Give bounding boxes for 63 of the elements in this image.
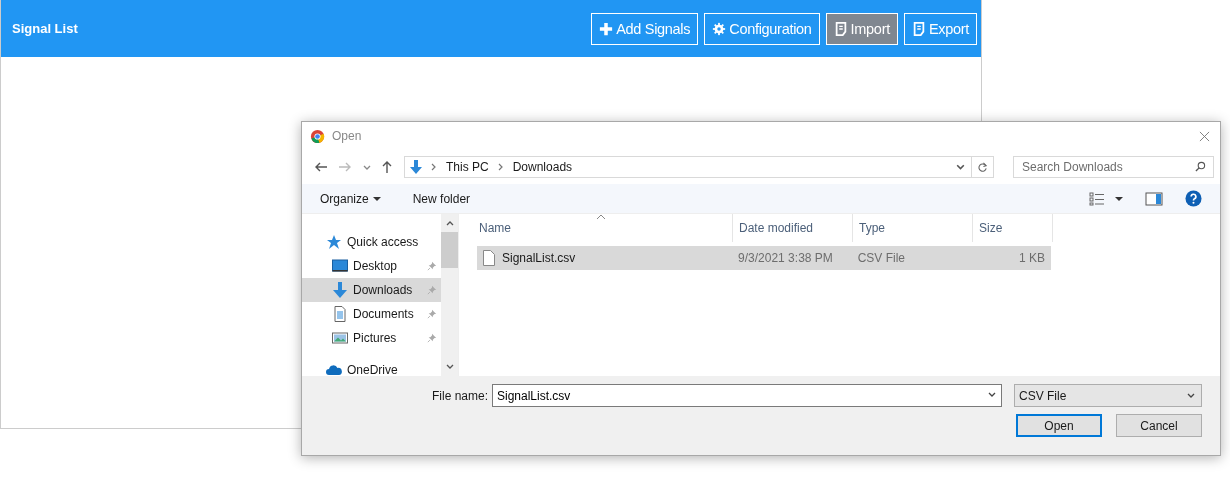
document-icon [833, 21, 848, 36]
download-arrow-icon [332, 282, 348, 298]
download-arrow-icon [408, 159, 424, 175]
file-type-dropdown[interactable]: CSV File [1014, 384, 1202, 407]
navigation-item[interactable]: Desktop [302, 254, 441, 278]
scrollbar[interactable] [441, 214, 458, 376]
monitor-icon [332, 258, 348, 274]
navigation-item[interactable]: Pictures [302, 326, 441, 350]
caret-icon [372, 194, 381, 203]
search-field[interactable]: Search Downloads [1013, 156, 1214, 178]
organize-menu[interactable]: Organize [310, 191, 391, 206]
plus-icon [599, 21, 614, 36]
table-cell: SignalList.csv [477, 250, 733, 266]
dialog-title: Open [332, 129, 362, 143]
navigation-item[interactable]: OneDrive [302, 358, 441, 382]
app-title: Signal List [12, 21, 78, 36]
table-cell-text: 9/3/2021 3:38 PM [737, 251, 834, 265]
refresh-icon[interactable] [977, 161, 988, 173]
table-cell-text: CSV File [856, 251, 906, 265]
navigation-item[interactable]: Documents [302, 302, 441, 326]
breadcrumb-item[interactable]: Downloads [512, 160, 573, 174]
help-icon[interactable] [1185, 190, 1202, 207]
chevron-right-icon [496, 163, 505, 171]
new-folder-button[interactable]: New folder [402, 191, 481, 206]
file-icon [483, 250, 495, 266]
sort-caret-icon [596, 214, 606, 220]
cloud-icon [326, 362, 342, 378]
close-icon[interactable] [1199, 130, 1210, 142]
document-icon [332, 306, 348, 322]
document-icon [911, 21, 926, 36]
address-bar[interactable]: This PC Downloads [404, 156, 994, 178]
up-arrow-icon[interactable] [380, 160, 394, 174]
pin-icon [427, 309, 437, 319]
column-header[interactable]: Size [973, 214, 1053, 242]
search-icon [1195, 161, 1206, 172]
file-name-label: File name: [431, 388, 488, 403]
scroll-thumb[interactable] [441, 232, 458, 268]
table-cell-text: 1 KB [1017, 251, 1046, 265]
caret-icon[interactable] [1115, 194, 1123, 203]
chevron-right-icon [430, 163, 438, 171]
star-icon [326, 234, 342, 250]
navigation-item[interactable]: Downloads [302, 278, 441, 302]
preview-pane-icon[interactable] [1145, 191, 1163, 206]
column-header[interactable]: Name [473, 214, 733, 242]
scroll-down-icon[interactable] [444, 363, 455, 371]
view-list-icon[interactable] [1089, 191, 1105, 206]
navigation-item[interactable]: Quick access [302, 230, 441, 254]
scroll-up-icon[interactable] [444, 219, 455, 227]
toolbar-button[interactable]: Import [825, 12, 898, 45]
dialog-button[interactable]: Cancel [1116, 414, 1202, 437]
breadcrumb-item[interactable]: This PC [446, 160, 489, 174]
browser-logo-icon [310, 128, 325, 144]
file-name-field[interactable]: SignalList.csv [492, 384, 1002, 407]
back-arrow-icon[interactable] [314, 160, 328, 174]
column-header[interactable]: Date modified [733, 214, 853, 242]
pin-icon [427, 261, 437, 271]
column-header[interactable]: Type [853, 214, 973, 242]
pin-icon [427, 285, 437, 295]
gear-icon [712, 21, 727, 36]
pin-icon [427, 333, 437, 343]
dialog-button[interactable]: Open [1016, 414, 1102, 437]
file-row[interactable]: SignalList.csv 9/3/2021 3:38 PM CSV File 1 KB [477, 246, 1051, 270]
picture-icon [332, 330, 348, 346]
